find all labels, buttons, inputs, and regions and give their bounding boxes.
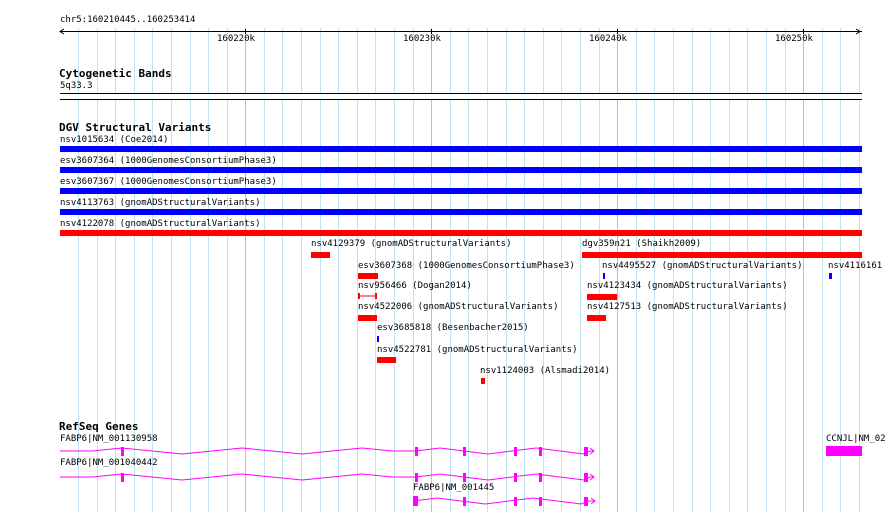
- variant-label: esv3607368 (1000GenomesConsortiumPhase3): [358, 261, 575, 271]
- variant-bar[interactable]: [60, 146, 862, 152]
- ruler-tick-label: 160240k: [589, 34, 627, 44]
- gene-model[interactable]: [60, 468, 600, 486]
- variant-bar[interactable]: [587, 315, 606, 321]
- variant-label: nsv4123434 (gnomADStructuralVariants): [587, 281, 788, 291]
- genome-browser-view: chr5:160210445..160253414 160220k 160230…: [0, 0, 890, 512]
- ruler-arrows: [59, 28, 861, 35]
- variant-bar[interactable]: [358, 315, 377, 321]
- refseq-track-title[interactable]: RefSeq Genes: [59, 421, 138, 433]
- variant-label: esv3685818 (Besenbacher2015): [377, 323, 529, 333]
- variant-bar[interactable]: [603, 273, 605, 279]
- cytoband-label: 5q33.3: [60, 81, 93, 91]
- gene-label: CCNJL|NM_02: [826, 434, 886, 444]
- variant-label: nsv4495527 (gnomADStructuralVariants): [602, 261, 803, 271]
- variant-bar[interactable]: [60, 209, 862, 215]
- variant-bar[interactable]: [377, 357, 396, 363]
- variant-bar[interactable]: [481, 378, 485, 384]
- ruler-tick-label: 160230k: [403, 34, 441, 44]
- variant-bar[interactable]: [60, 188, 862, 194]
- variant-bar[interactable]: [587, 294, 617, 300]
- variant-label: nsv4113763 (gnomADStructuralVariants): [60, 198, 261, 208]
- variant-bar[interactable]: [582, 252, 862, 258]
- variant-label: nsv4127513 (gnomADStructuralVariants): [587, 302, 788, 312]
- ruler-tick-label: 160220k: [217, 34, 255, 44]
- variant-span-bar[interactable]: [357, 292, 379, 300]
- cytoband-bar[interactable]: [60, 93, 862, 100]
- variant-label: nsv4522006 (gnomADStructuralVariants): [358, 302, 559, 312]
- cytobands-track-title[interactable]: Cytogenetic Bands: [59, 68, 172, 80]
- gene-model[interactable]: [413, 492, 599, 510]
- location-label: chr5:160210445..160253414: [60, 15, 196, 25]
- variant-label: nsv1124003 (Alsmadi2014): [480, 366, 611, 376]
- variant-label: nsv4129379 (gnomADStructuralVariants): [311, 239, 512, 249]
- variant-bar[interactable]: [60, 167, 862, 173]
- variant-bar[interactable]: [60, 230, 862, 236]
- ruler-tick-label: 160250k: [775, 34, 813, 44]
- variant-bar[interactable]: [829, 273, 832, 279]
- dgv-track-title[interactable]: DGV Structural Variants: [59, 122, 211, 134]
- variant-label: nsv956466 (Dogan2014): [358, 281, 472, 291]
- variant-bar[interactable]: [311, 252, 330, 258]
- variant-label: esv3607367 (1000GenomesConsortiumPhase3): [60, 177, 277, 187]
- gene-model[interactable]: [826, 446, 862, 456]
- variant-label: nsv4522781 (gnomADStructuralVariants): [377, 345, 578, 355]
- variant-label: nsv4116161: [828, 261, 883, 271]
- variant-bar[interactable]: [377, 336, 379, 342]
- variant-label: nsv4122078 (gnomADStructuralVariants): [60, 219, 261, 229]
- variant-label: nsv1015634 (Coe2014): [60, 135, 169, 145]
- variant-bar[interactable]: [358, 273, 378, 279]
- variant-label: esv3607364 (1000GenomesConsortiumPhase3): [60, 156, 277, 166]
- variant-label: dgv359n21 (Shaikh2009): [582, 239, 702, 249]
